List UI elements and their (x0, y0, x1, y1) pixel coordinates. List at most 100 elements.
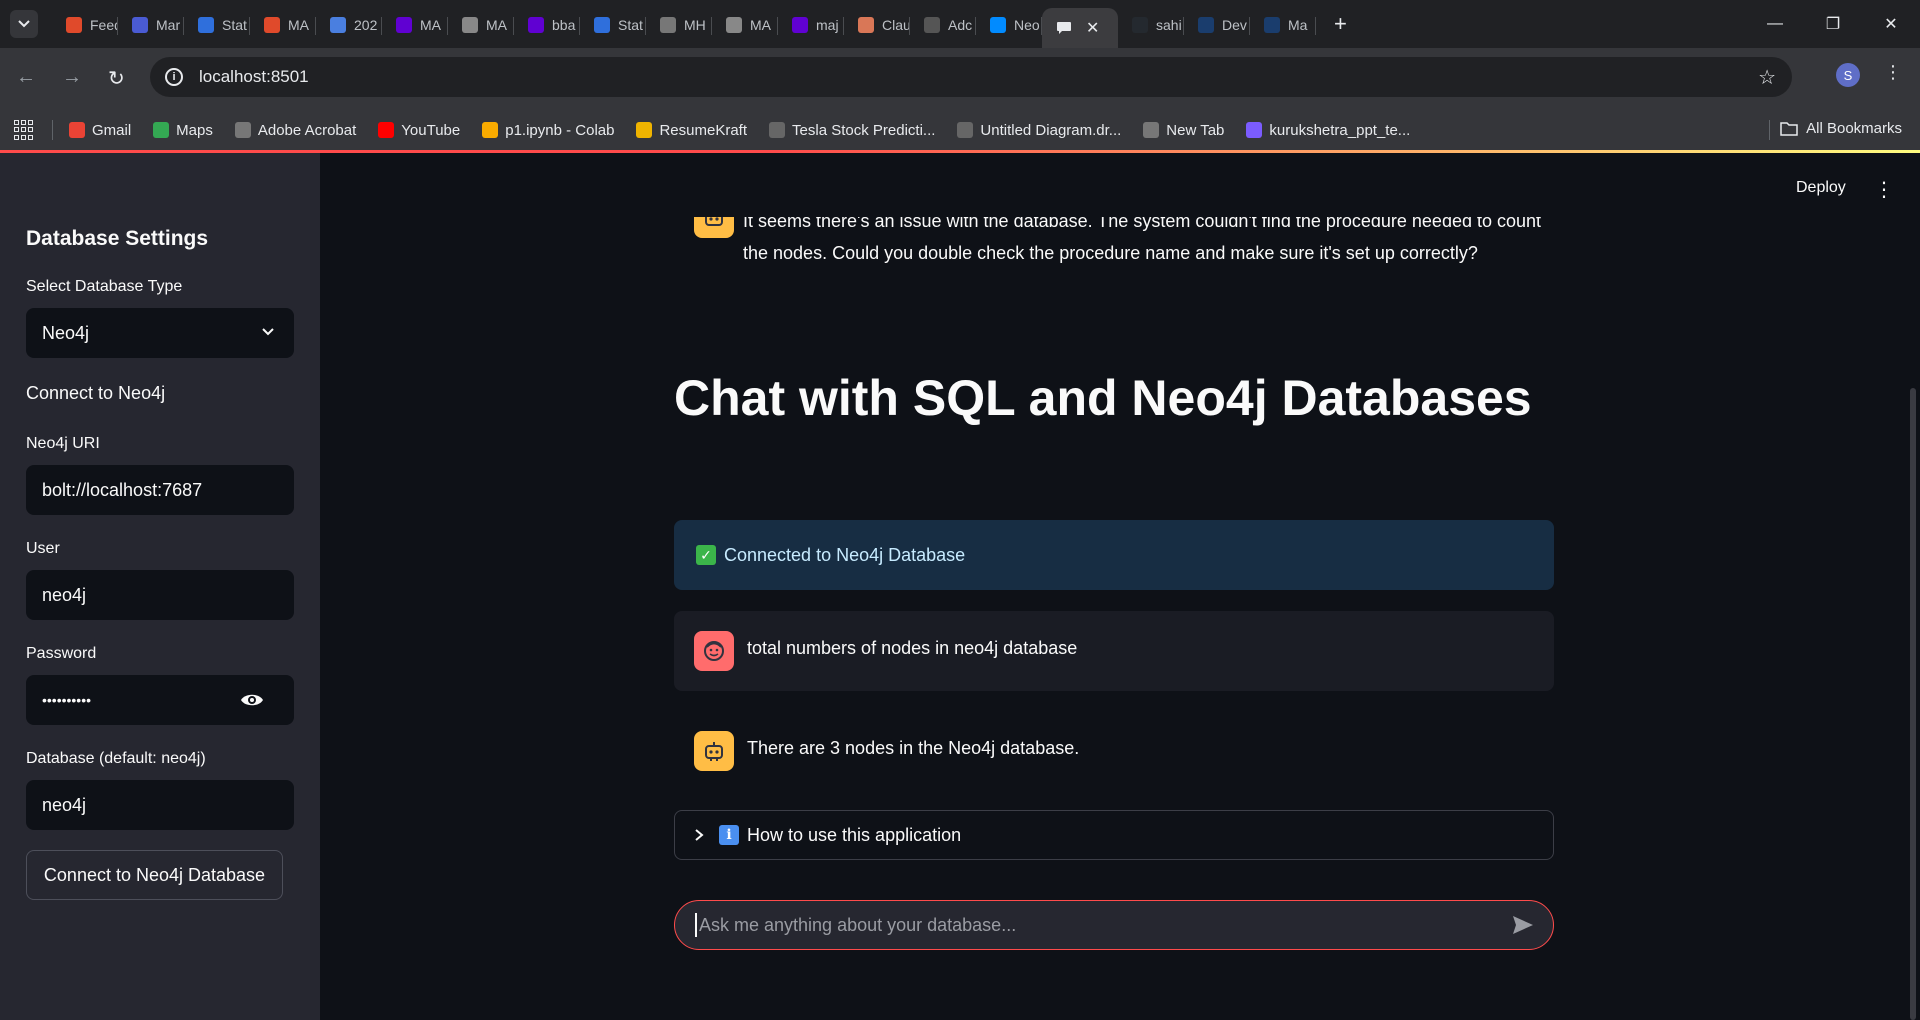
bot-message: There are 3 nodes in the Neo4j database. (674, 711, 1554, 791)
all-bookmarks-label: All Bookmarks (1806, 120, 1902, 137)
new-tab-button[interactable]: + (1334, 11, 1347, 37)
tab-favicon-icon (528, 17, 544, 33)
tab-list: Feed Mar Stat MA 202 MA MA bba Stat MH MA maj Clau Ad… (52, 0, 1316, 48)
tab-favicon-icon (66, 17, 82, 33)
tab-label: Neo (1014, 17, 1040, 33)
forward-button[interactable]: → (62, 66, 82, 89)
browser-tab[interactable]: Stat (184, 7, 250, 43)
bookmark-favicon-icon (957, 122, 974, 138)
uri-input[interactable]: bolt://localhost:7687 (26, 465, 294, 515)
browser-tab[interactable]: Neo (976, 7, 1042, 43)
info-icon: i (719, 825, 739, 845)
bookmark-favicon-icon (378, 122, 395, 138)
browser-tab[interactable]: Ma (1250, 7, 1316, 43)
bookmark-item[interactable]: kurukshetra_ppt_te... (1246, 122, 1410, 139)
minimize-button[interactable]: — (1746, 0, 1804, 48)
bookmark-label: ResumeKraft (659, 121, 748, 139)
bookmark-item[interactable]: ResumeKraft (636, 122, 747, 139)
success-alert: ✓ Connected to Neo4j Database (674, 520, 1554, 590)
uri-label: Neo4j URI (26, 435, 100, 452)
reload-button[interactable]: ↻ (108, 66, 125, 91)
browser-tab[interactable]: MA (448, 7, 514, 43)
bookmark-item[interactable]: YouTube (378, 122, 460, 139)
tab-label: Stat (222, 17, 247, 33)
apps-grid-icon[interactable] (14, 120, 34, 140)
browser-tab[interactable]: maj (778, 7, 844, 43)
database-label: Database (default: neo4j) (26, 750, 206, 767)
bookmark-item[interactable]: Untitled Diagram.dr... (957, 122, 1121, 139)
browser-tab[interactable]: MA (712, 7, 778, 43)
bookmark-favicon-icon (1246, 122, 1263, 138)
bookmark-favicon-icon (1143, 122, 1160, 138)
sidebar-title: Database Settings (26, 227, 209, 250)
send-button[interactable] (1501, 903, 1545, 947)
browser-tab[interactable]: Adc (910, 7, 976, 43)
tab-label: 202 (354, 17, 378, 33)
chat-bubble-icon (1056, 20, 1072, 36)
browser-tab[interactable]: MA (382, 7, 448, 43)
url-text: localhost:8501 (199, 67, 309, 86)
browser-tab[interactable]: sahi (1118, 7, 1184, 43)
browser-tab[interactable]: Mar (118, 7, 184, 43)
tab-search-button[interactable] (10, 10, 38, 38)
password-input[interactable]: •••••••••• (26, 675, 294, 725)
bookmark-label: Tesla Stock Predicti... (792, 121, 936, 139)
bookmark-label: Adobe Acrobat (257, 121, 357, 139)
user-label: User (26, 540, 60, 557)
bookmark-item[interactable]: p1.ipynb - Colab (482, 122, 614, 139)
bookmark-item[interactable]: Tesla Stock Predicti... (769, 122, 935, 139)
chat-input[interactable] (699, 905, 1501, 945)
expander-label: How to use this application (747, 824, 962, 845)
tab-favicon-icon (726, 17, 742, 33)
bookmark-favicon-icon (636, 122, 653, 138)
all-bookmarks-button[interactable]: All Bookmarks (1780, 120, 1902, 137)
tab-favicon-icon (1198, 17, 1214, 33)
restore-button[interactable]: ❐ (1804, 0, 1862, 48)
bookmark-label: YouTube (401, 121, 461, 139)
bookmark-favicon-icon (153, 122, 170, 138)
bookmark-item[interactable]: Adobe Acrobat (234, 121, 357, 139)
browser-tab[interactable]: Stat (580, 7, 646, 43)
address-bar[interactable]: i localhost:8501 ☆ (150, 57, 1792, 97)
browser-tab[interactable]: bba (514, 7, 580, 43)
user-face-icon (704, 641, 724, 661)
tab-label: Dev (1222, 17, 1247, 33)
eye-icon[interactable] (240, 689, 264, 711)
bookmarks-bar: Gmail Maps Adobe Acrobat YouTube p1.ipynb - … (0, 110, 1920, 150)
browser-tab[interactable]: MA (250, 7, 316, 43)
browser-menu-icon[interactable]: ⋮ (1884, 62, 1902, 83)
bot-avatar (694, 731, 734, 771)
browser-tab-active[interactable]: ✕ (1042, 8, 1118, 48)
tab-favicon-icon (330, 17, 346, 33)
password-label: Password (26, 645, 97, 662)
browser-tab[interactable]: Clau (844, 7, 910, 43)
browser-tab[interactable]: Feed (52, 7, 118, 43)
tab-favicon-icon (594, 17, 610, 33)
sidebar: Database Settings Select Database Type N… (0, 153, 320, 1020)
back-button[interactable]: ← (16, 66, 36, 89)
bot-message-text: There are 3 nodes in the Neo4j database. (747, 738, 1080, 758)
tab-favicon-icon (858, 17, 874, 33)
bookmark-item[interactable]: New Tab (1143, 122, 1224, 139)
browser-tab[interactable]: Dev (1184, 7, 1250, 43)
connect-button[interactable]: Connect to Neo4j Database (26, 850, 283, 900)
browser-tab[interactable]: MH (646, 7, 712, 43)
db-type-select[interactable]: Neo4j (26, 308, 294, 358)
bookmark-star-icon[interactable]: ☆ (1758, 65, 1776, 90)
tab-label: sahi (1156, 17, 1182, 33)
close-window-button[interactable]: ✕ (1862, 0, 1920, 48)
bookmark-item[interactable]: Gmail (69, 122, 131, 139)
user-input[interactable]: neo4j (26, 570, 294, 620)
close-tab-icon[interactable]: ✕ (1086, 18, 1099, 38)
browser-tab[interactable]: 202 (316, 7, 382, 43)
tab-label: MA (750, 17, 771, 33)
text-caret (695, 913, 697, 937)
site-info-icon[interactable]: i (165, 68, 183, 86)
database-input[interactable]: neo4j (26, 780, 294, 830)
browser-toolbar: ← → ↻ i localhost:8501 ☆ S ⋮ (0, 48, 1920, 110)
tab-favicon-icon (132, 17, 148, 33)
profile-avatar[interactable]: S (1836, 63, 1860, 87)
bookmark-item[interactable]: Maps (153, 122, 213, 139)
help-expander[interactable]: i How to use this application (674, 810, 1554, 860)
bookmark-favicon-icon (482, 122, 499, 138)
